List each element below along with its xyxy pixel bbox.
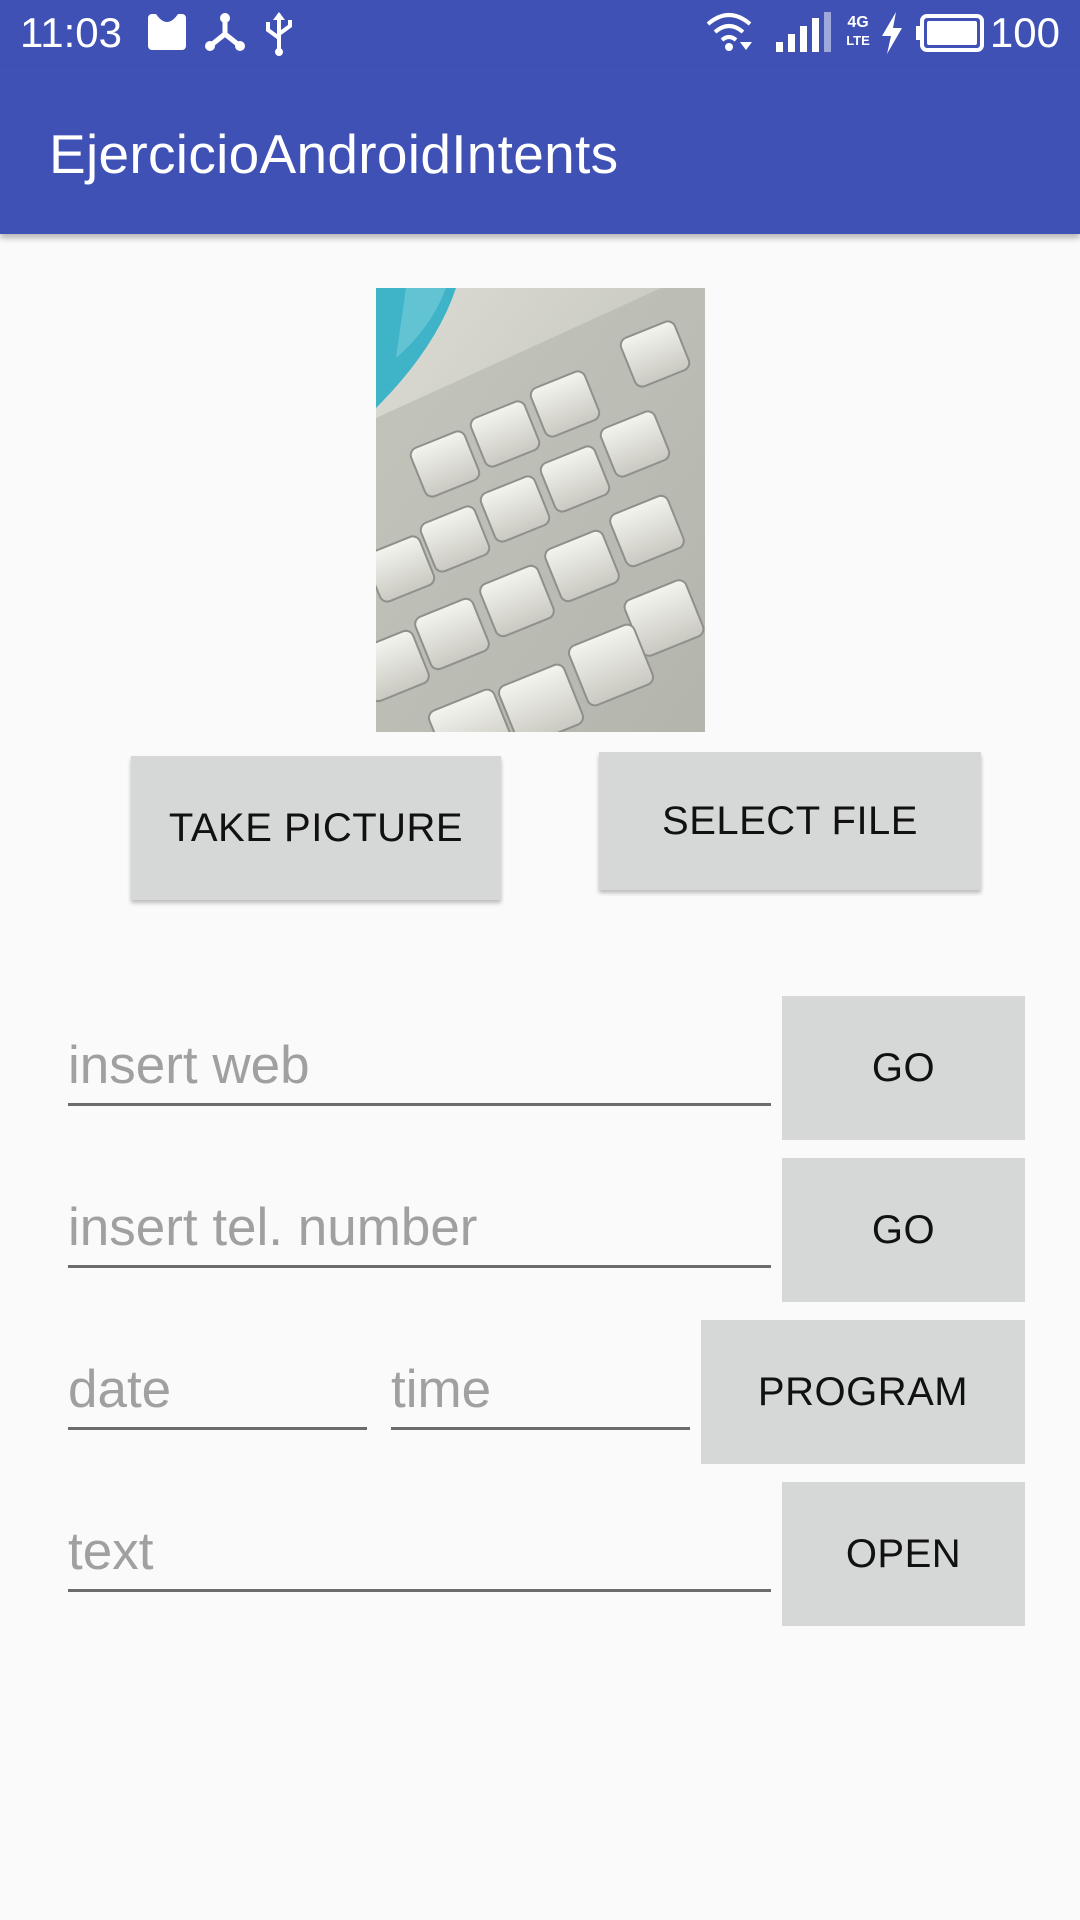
- tel-input[interactable]: [68, 1190, 771, 1265]
- status-bar: 11:03 4G LTE 100: [0, 0, 1080, 66]
- battery-icon: [916, 14, 984, 57]
- go-web-button[interactable]: GO: [782, 996, 1025, 1140]
- app-title: EjercicioAndroidIntents: [49, 123, 619, 185]
- go-tel-button[interactable]: GO: [782, 1158, 1025, 1302]
- battery-percent: 100: [989, 9, 1060, 56]
- network-label: 4G: [847, 14, 869, 31]
- app-bar: EjercicioAndroidIntents: [0, 66, 1080, 234]
- open-button[interactable]: OPEN: [782, 1482, 1025, 1626]
- take-picture-button[interactable]: TAKE PICTURE: [131, 756, 501, 900]
- keyboard-photo: [376, 288, 705, 732]
- text-input[interactable]: [68, 1514, 771, 1589]
- share-icon: [204, 12, 246, 59]
- web-field: [68, 1028, 771, 1106]
- program-button[interactable]: PROGRAM: [701, 1320, 1025, 1464]
- network-sub-label: LTE: [846, 33, 870, 48]
- date-field: [68, 1352, 367, 1430]
- time-input[interactable]: [391, 1352, 690, 1427]
- status-time: 11:03: [20, 9, 122, 56]
- photo-preview: [376, 288, 705, 732]
- network-type: 4G LTE: [844, 14, 872, 50]
- signal-icon: [774, 12, 832, 57]
- message-icon: [148, 12, 186, 57]
- text-field: [68, 1514, 771, 1592]
- charging-icon: [880, 12, 904, 59]
- wifi-icon: [706, 12, 752, 59]
- select-file-button[interactable]: SELECT FILE: [599, 752, 981, 890]
- time-field: [391, 1352, 690, 1430]
- tel-field: [68, 1190, 771, 1268]
- date-input[interactable]: [68, 1352, 367, 1427]
- web-input[interactable]: [68, 1028, 771, 1103]
- usb-icon: [264, 12, 294, 61]
